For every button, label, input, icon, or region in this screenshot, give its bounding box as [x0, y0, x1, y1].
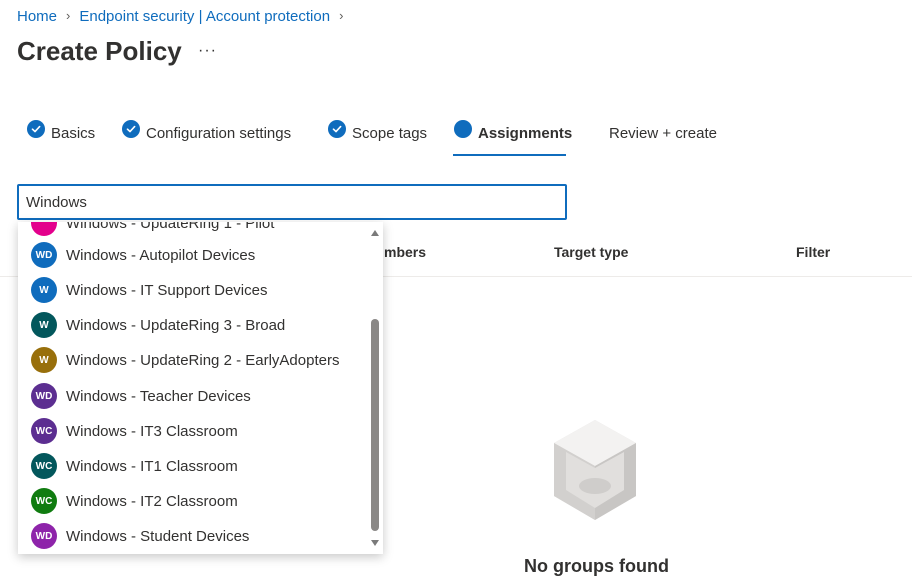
list-item[interactable]: W Windows - IT Support Devices [18, 273, 368, 307]
checkmark-icon [27, 120, 45, 138]
group-name: Windows - IT2 Classroom [66, 492, 238, 510]
tab-basics[interactable]: Basics [27, 118, 95, 156]
tab-review-create[interactable]: Review + create [609, 118, 717, 156]
list-item[interactable]: W Windows - UpdateRing 2 - EarlyAdopters [18, 343, 368, 377]
list-item[interactable]: WD Windows - Autopilot Devices [18, 238, 368, 272]
avatar: WD [31, 523, 57, 549]
group-name: Windows - UpdateRing 3 - Broad [66, 316, 286, 334]
tab-label: Review + create [609, 125, 717, 142]
tab-configuration-settings[interactable]: Configuration settings [122, 118, 291, 156]
group-name: Windows - IT1 Classroom [66, 457, 238, 475]
breadcrumb: Home › Endpoint security | Account prote… [17, 8, 352, 25]
tab-assignments[interactable]: Assignments [454, 118, 572, 156]
page-title: Create Policy [17, 36, 182, 66]
group-search-box [17, 184, 567, 220]
tab-label: Assignments [478, 125, 573, 142]
chevron-right-icon: › [66, 8, 71, 23]
list-item[interactable]: WC Windows - IT3 Classroom [18, 414, 368, 448]
breadcrumb-home-link[interactable]: Home [17, 8, 57, 25]
checkmark-icon [328, 120, 346, 138]
group-name: Windows - IT3 Classroom [66, 422, 238, 440]
wizard-tabs: Basics Configuration settings Scope tags… [0, 118, 912, 158]
scroll-up-arrow-icon[interactable] [371, 230, 379, 236]
list-item[interactable]: W Windows - UpdateRing 3 - Broad [18, 308, 368, 342]
scroll-down-arrow-icon[interactable] [371, 540, 379, 546]
column-header-target-type[interactable]: Target type [554, 244, 628, 260]
list-item[interactable]: WC Windows - IT1 Classroom [18, 449, 368, 483]
group-name: Windows - Autopilot Devices [66, 246, 256, 264]
group-name: Windows - UpdateRing 1 - Pilot [66, 222, 275, 232]
tab-label: Configuration settings [146, 125, 292, 142]
current-step-icon [454, 120, 472, 138]
list-item[interactable]: WC Windows - IT2 Classroom [18, 484, 368, 518]
chevron-right-icon: › [339, 8, 344, 23]
list-item[interactable]: WD Windows - Student Devices [18, 519, 368, 553]
column-header-members[interactable]: mbers [384, 244, 426, 260]
column-header-filter[interactable]: Filter [796, 244, 830, 260]
avatar: WC [31, 453, 57, 479]
group-name: Windows - Student Devices [66, 527, 250, 545]
avatar [31, 222, 57, 236]
avatar: WD [31, 242, 57, 268]
more-options-button[interactable]: ··· [198, 42, 217, 60]
empty-box-icon [554, 420, 636, 520]
active-tab-indicator [453, 154, 566, 156]
avatar: WC [31, 418, 57, 444]
dropdown-scrollbar[interactable] [370, 228, 380, 548]
group-suggestions-dropdown: Windows - UpdateRing 1 - Pilot WD Window… [18, 222, 383, 554]
avatar: WD [31, 383, 57, 409]
avatar: W [31, 347, 57, 373]
group-name: Windows - UpdateRing 2 - EarlyAdopters [66, 351, 340, 369]
group-search-input[interactable] [19, 186, 553, 218]
scrollbar-thumb[interactable] [371, 319, 379, 531]
tab-label: Scope tags [352, 125, 428, 142]
tab-label: Basics [51, 125, 96, 142]
empty-state-message: No groups found [524, 556, 669, 576]
tab-scope-tags[interactable]: Scope tags [328, 118, 427, 156]
avatar: WC [31, 488, 57, 514]
avatar: W [31, 277, 57, 303]
group-name: Windows - IT Support Devices [66, 281, 268, 299]
avatar: W [31, 312, 57, 338]
group-name: Windows - Teacher Devices [66, 387, 251, 405]
checkmark-icon [122, 120, 140, 138]
list-item[interactable]: WD Windows - Teacher Devices [18, 379, 368, 413]
breadcrumb-section-link[interactable]: Endpoint security | Account protection [79, 8, 330, 25]
